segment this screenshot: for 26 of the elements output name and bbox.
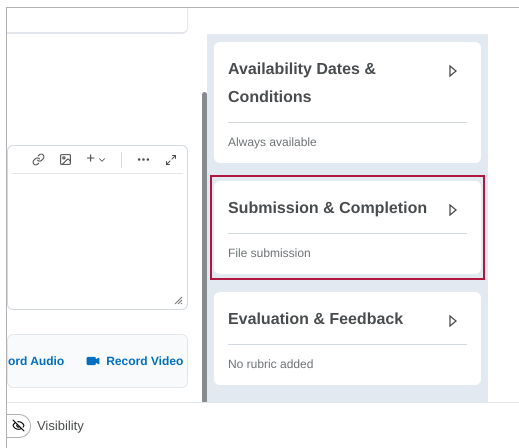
resize-handle-icon[interactable] (174, 296, 183, 305)
text-field[interactable] (7, 8, 188, 34)
link-icon[interactable] (32, 153, 46, 166)
scrollbar-thumb[interactable] (202, 92, 207, 402)
eye-off-icon (12, 419, 25, 432)
card-summary: No rubric added (228, 356, 314, 373)
fullscreen-icon[interactable] (165, 154, 177, 166)
visibility-label: Visibility (37, 416, 84, 435)
card-title: Availability Dates & Conditions (228, 60, 377, 108)
card-summary: Always available (228, 134, 318, 151)
text-editor[interactable]: + (7, 145, 188, 310)
settings-card[interactable]: Evaluation & Feedback No rubric added (214, 292, 481, 385)
image-icon[interactable] (59, 153, 72, 166)
card-title: Submission & Completion (228, 199, 428, 219)
visibility-toggle[interactable] (7, 414, 31, 438)
card-summary: File submission (228, 245, 312, 262)
settings-card[interactable]: Submission & Completion File submission (214, 181, 481, 274)
insert-menu-button[interactable]: + (86, 148, 107, 171)
settings-card[interactable]: Availability Dates & Conditions Always available (214, 42, 481, 163)
expand-arrow-icon[interactable] (449, 315, 457, 327)
card-title: Evaluation & Feedback (228, 310, 404, 330)
video-camera-icon (86, 354, 100, 368)
expand-arrow-icon[interactable] (449, 65, 457, 77)
expand-arrow-icon[interactable] (449, 204, 457, 216)
record-video-button[interactable]: Record Video (86, 352, 184, 370)
record-audio-button[interactable]: ord Audio (8, 352, 64, 370)
